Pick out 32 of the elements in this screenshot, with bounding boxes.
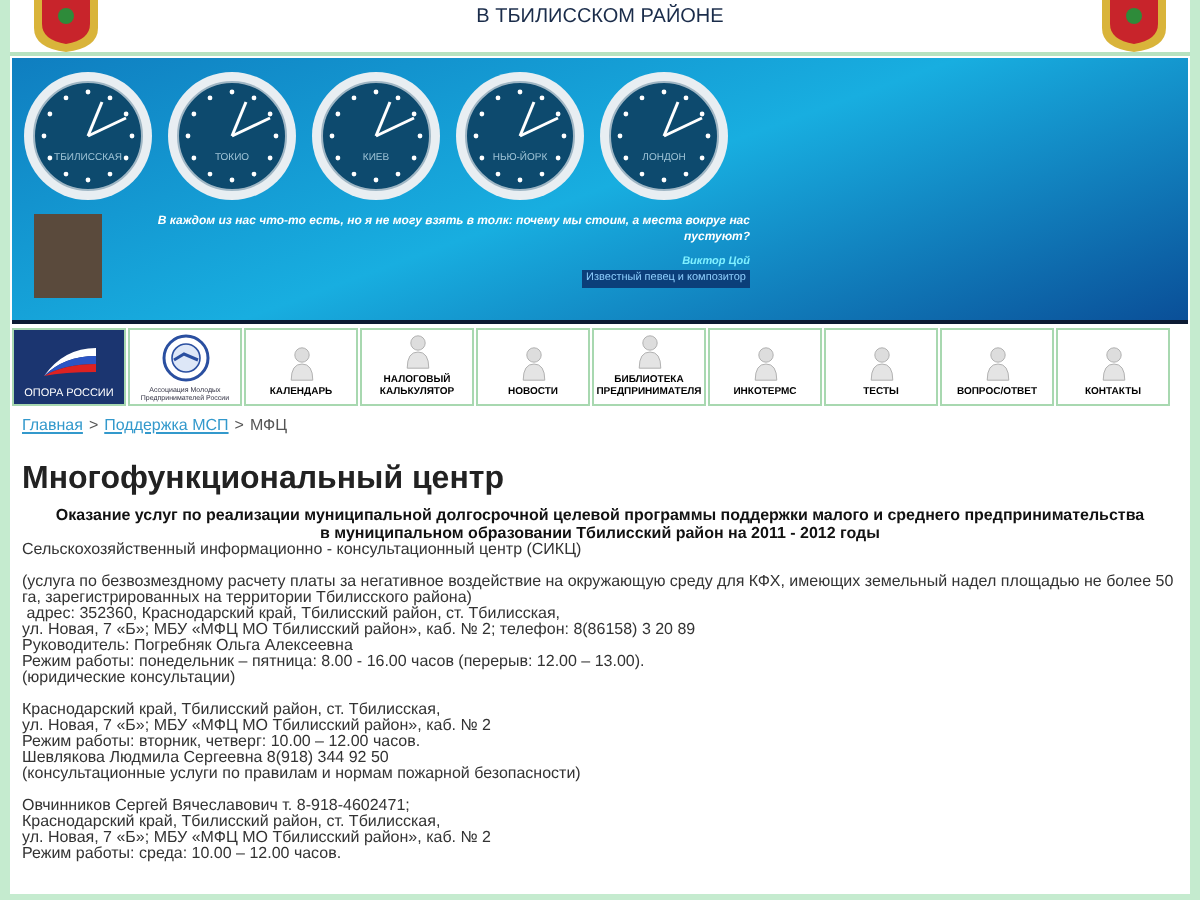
info-text: ул. Новая, 7 «Б»; МБУ «МФЦ МО Тбилисский район», каб. № 2 [22, 830, 493, 846]
info-text: ул. Новая, 7 «Б»; МБУ «МФЦ МО Тбилисский район», каб. № 2; телефон: 8(86158) 3 20 89 [22, 622, 698, 638]
info-text: Режим работы: вторник, четверг: 10.00 – 12.00 часов. [22, 734, 423, 750]
clock-face-icon [454, 70, 586, 202]
info-text: Шевлякова Людмила Сергеевна 8(918) 344 92 50 [22, 750, 391, 766]
info-text: Краснодарский край, Тбилисский район, ст. Тбилисская, [22, 702, 443, 718]
info-text: адрес: 352360, Краснодарский край, Тбилисский район, ст. Тбилисская, [24, 606, 563, 622]
site-title: В ТБИЛИССКОМ РАЙОНЕ [476, 2, 724, 32]
subtitle: Оказание услуг по реализации муниципальной долгосрочной целевой программы поддержки малого и среднего предпринимательства в муниципальном образовании Тбилисский район на 2011 - 2012 годы [53, 508, 1147, 542]
info-text: Овчинников Сергей Вячеславович т. 8-918-4602471; [22, 798, 412, 814]
clock-face-icon [22, 70, 154, 202]
seal-icon [161, 334, 209, 382]
clock-face-icon [166, 70, 298, 202]
coat-of-arms-icon [1097, 0, 1170, 52]
clock-face-icon [598, 70, 730, 202]
breadcrumb-current: МФЦ [249, 414, 288, 438]
coat-of-arms-icon [30, 0, 102, 52]
breadcrumb-separator: > [88, 414, 99, 438]
info-text: Руководитель: Погребняк Ольга Алексеевна [22, 638, 355, 654]
info-text: Режим работы: среда: 10.00 – 12.00 часов. [22, 846, 344, 862]
info-text: Режим работы: понедельник – пятница: 8.00 - 16.00 часов (перерыв: 12.00 – 13.00). [22, 654, 647, 670]
photo-placeholder [34, 214, 102, 298]
info-text: ул. Новая, 7 «Б»; МБУ «МФЦ МО Тбилисский район», каб. № 2 [22, 718, 493, 734]
info-text: (услуга по безвозмездному расчету платы за негативное воздействие на окружающую среду для КФХ, имеющих земельный надел площадью не более 50 га, зарегистрированных на территории Тбилисского района) [22, 574, 1176, 606]
info-text: (юридические консультации) [22, 670, 238, 686]
clock-face-icon [310, 70, 442, 202]
page-title: Многофункциональный центр [20, 462, 506, 498]
info-text: (консультационные услуги по правилам и нормам пожарной безопасности) [22, 766, 583, 782]
info-text: Краснодарский край, Тбилисский район, ст. Тбилисская, [22, 814, 443, 830]
breadcrumb-separator: > [234, 414, 244, 438]
flag-icon [39, 344, 99, 380]
info-text: Сельскохозяйственный информационно - консультационный центр (СИКЦ) [22, 542, 584, 558]
